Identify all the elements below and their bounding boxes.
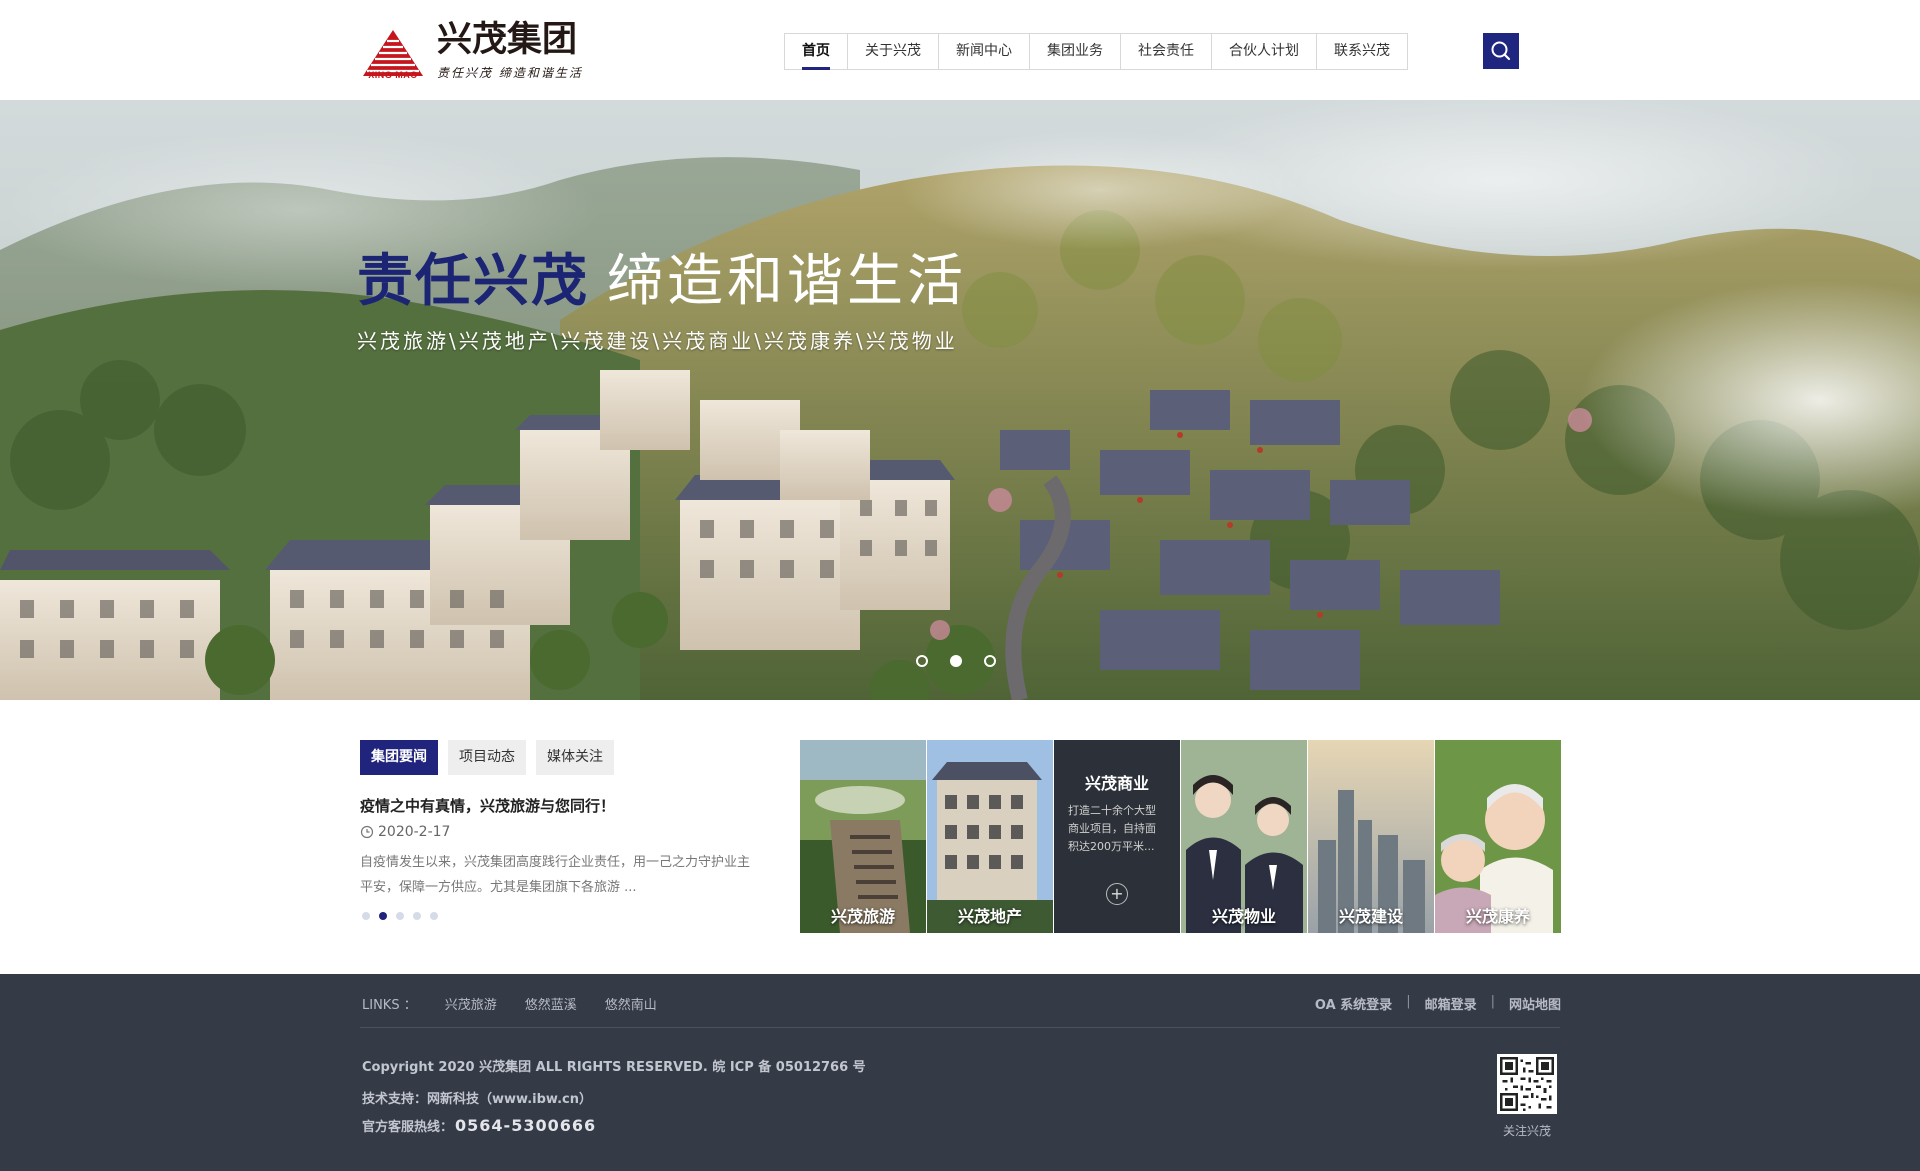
brand-slogan: 责任兴茂 缔造和谐生活 (437, 66, 583, 80)
banner-dot[interactable] (984, 655, 996, 667)
nav-item[interactable]: 合伙人计划 (1212, 34, 1317, 69)
nav-item[interactable]: 社会责任 (1121, 34, 1212, 69)
nav-item[interactable]: 首页 (785, 34, 848, 70)
news-page-dot[interactable] (430, 912, 438, 920)
business-tile-label: 兴茂建设 (1338, 907, 1403, 926)
business-tile-title: 兴茂商业 (1084, 774, 1149, 793)
nav-item[interactable]: 新闻中心 (939, 34, 1030, 69)
business-tile-label: 兴茂地产 (957, 907, 1022, 926)
wechat-qr-code (1497, 1054, 1557, 1114)
brand-name: 兴茂集团 (437, 19, 578, 60)
friend-links: LINKS ： 兴茂旅游 悠然蓝溪 悠然南山 (362, 994, 657, 1013)
business-tile-label: 兴茂物业 (1211, 907, 1276, 926)
friend-link[interactable]: 悠然南山 (605, 994, 657, 1013)
footer-utility-links: OA 系统登录 | 邮箱登录 | 网站地图 (1315, 994, 1561, 1013)
link-separator: | (1490, 994, 1495, 1009)
news-tab[interactable]: 项目动态 (448, 740, 526, 775)
qr-code-icon (1500, 1057, 1554, 1111)
news-summary: 自疫情发生以来，兴茂集团高度践行企业责任，用一己之力守护业主平安，保障一方供应。… (360, 855, 751, 895)
hotline: 官方客服热线： 0564-5300666 (362, 1116, 596, 1135)
news-tab[interactable]: 媒体关注 (536, 740, 614, 775)
footer-utility-link[interactable]: 邮箱登录 (1425, 994, 1477, 1013)
business-tile-label: 兴茂康养 (1465, 907, 1530, 926)
search-icon (1491, 41, 1511, 61)
friend-link[interactable]: 兴茂旅游 (445, 994, 497, 1013)
nav-item[interactable]: 联系兴茂 (1317, 34, 1407, 69)
news-tab[interactable]: 集团要闻 (360, 740, 438, 775)
banner-pagination (916, 655, 996, 667)
site-footer: LINKS ： 兴茂旅游 悠然蓝溪 悠然南山 OA 系统登录 | 邮箱登录 | 网站地图 C… (0, 974, 1920, 1171)
news-date: 2020-2-17 (360, 824, 450, 840)
business-tile-desc: 打造二十余个大型商业项目，自持面积达200万平米... (1068, 804, 1156, 853)
banner-dot[interactable] (916, 655, 928, 667)
hotline-number: 0564-5300666 (455, 1116, 597, 1135)
site-header: XING MAO 兴茂集团 责任兴茂 缔造和谐生活 首页 关于兴茂 新闻中心 集团业务… (0, 0, 1920, 100)
search-button[interactable] (1483, 33, 1519, 69)
copyright-text: Copyright 2020 兴茂集团 ALL RIGHTS RESERVED.… (362, 1060, 866, 1075)
banner-subtitle: 兴茂旅游\兴茂地产\兴茂建设\兴茂商业\兴茂康养\兴茂物业 (357, 329, 958, 353)
business-tile-label: 兴茂旅游 (830, 907, 895, 926)
banner-dot[interactable] (950, 655, 962, 667)
business-tile[interactable]: 兴茂地产 (927, 740, 1053, 933)
link-separator: | (1406, 994, 1411, 1009)
news-tabs: 集团要闻 项目动态 媒体关注 (360, 740, 760, 775)
business-tile[interactable]: 兴茂康养 (1435, 740, 1561, 933)
business-tiles: 兴茂旅游 兴茂地产 兴茂商业打造二十余个大型商业项目，自持面积达200万平米... +… (800, 740, 1561, 933)
news-pagination (362, 912, 438, 920)
news-panel: 集团要闻 项目动态 媒体关注 疫情之中有真情，兴茂旅游与您同行！ 2020-2-17… (360, 740, 760, 930)
news-date-text: 2020-2-17 (378, 824, 451, 840)
brand-logo[interactable]: XING MAO 兴茂集团 责任兴茂 缔造和谐生活 (361, 20, 601, 86)
news-page-dot[interactable] (396, 912, 404, 920)
banner-title-strong: 责任兴茂 (357, 249, 589, 314)
main-nav: 首页 关于兴茂 新闻中心 集团业务 社会责任 合伙人计划 联系兴茂 (784, 33, 1408, 70)
footer-utility-link[interactable]: 网站地图 (1509, 994, 1561, 1013)
plus-icon[interactable]: + (1106, 883, 1128, 905)
nav-item[interactable]: 集团业务 (1030, 34, 1121, 69)
footer-divider (360, 1027, 1560, 1028)
news-page-dot[interactable] (379, 912, 387, 920)
business-tile[interactable]: 兴茂商业打造二十余个大型商业项目，自持面积达200万平米... + (1054, 740, 1180, 933)
news-page-dot[interactable] (362, 912, 370, 920)
news-headline[interactable]: 疫情之中有真情，兴茂旅游与您同行！ (360, 795, 615, 816)
friend-link[interactable]: 悠然蓝溪 (525, 994, 577, 1013)
business-tile[interactable]: 兴茂建设 (1308, 740, 1434, 933)
hero-banner[interactable]: 责任兴茂 缔造和谐生活 兴茂旅游\兴茂地产\兴茂建设\兴茂商业\兴茂康养\兴茂物业 (0, 100, 1920, 700)
clock-icon (360, 825, 374, 839)
business-tile[interactable]: 兴茂物业 (1181, 740, 1307, 933)
nav-item[interactable]: 关于兴茂 (848, 34, 939, 69)
business-tile[interactable]: 兴茂旅游 (800, 740, 926, 933)
tech-support-text: 技术支持：网新科技（www.ibw.cn） (362, 1092, 592, 1107)
banner-title: 责任兴茂 缔造和谐生活 (357, 247, 967, 317)
hotline-label: 官方客服热线： (362, 1120, 454, 1135)
qr-label: 关注兴茂 (1502, 1124, 1551, 1138)
banner-landscape-image (0, 100, 1920, 700)
news-page-dot[interactable] (413, 912, 421, 920)
banner-title-light: 缔造和谐生活 (607, 249, 967, 314)
links-label: LINKS ： (362, 998, 417, 1013)
logo-mark-text: XING MAO (368, 70, 418, 80)
footer-utility-link[interactable]: OA 系统登录 (1315, 994, 1392, 1013)
